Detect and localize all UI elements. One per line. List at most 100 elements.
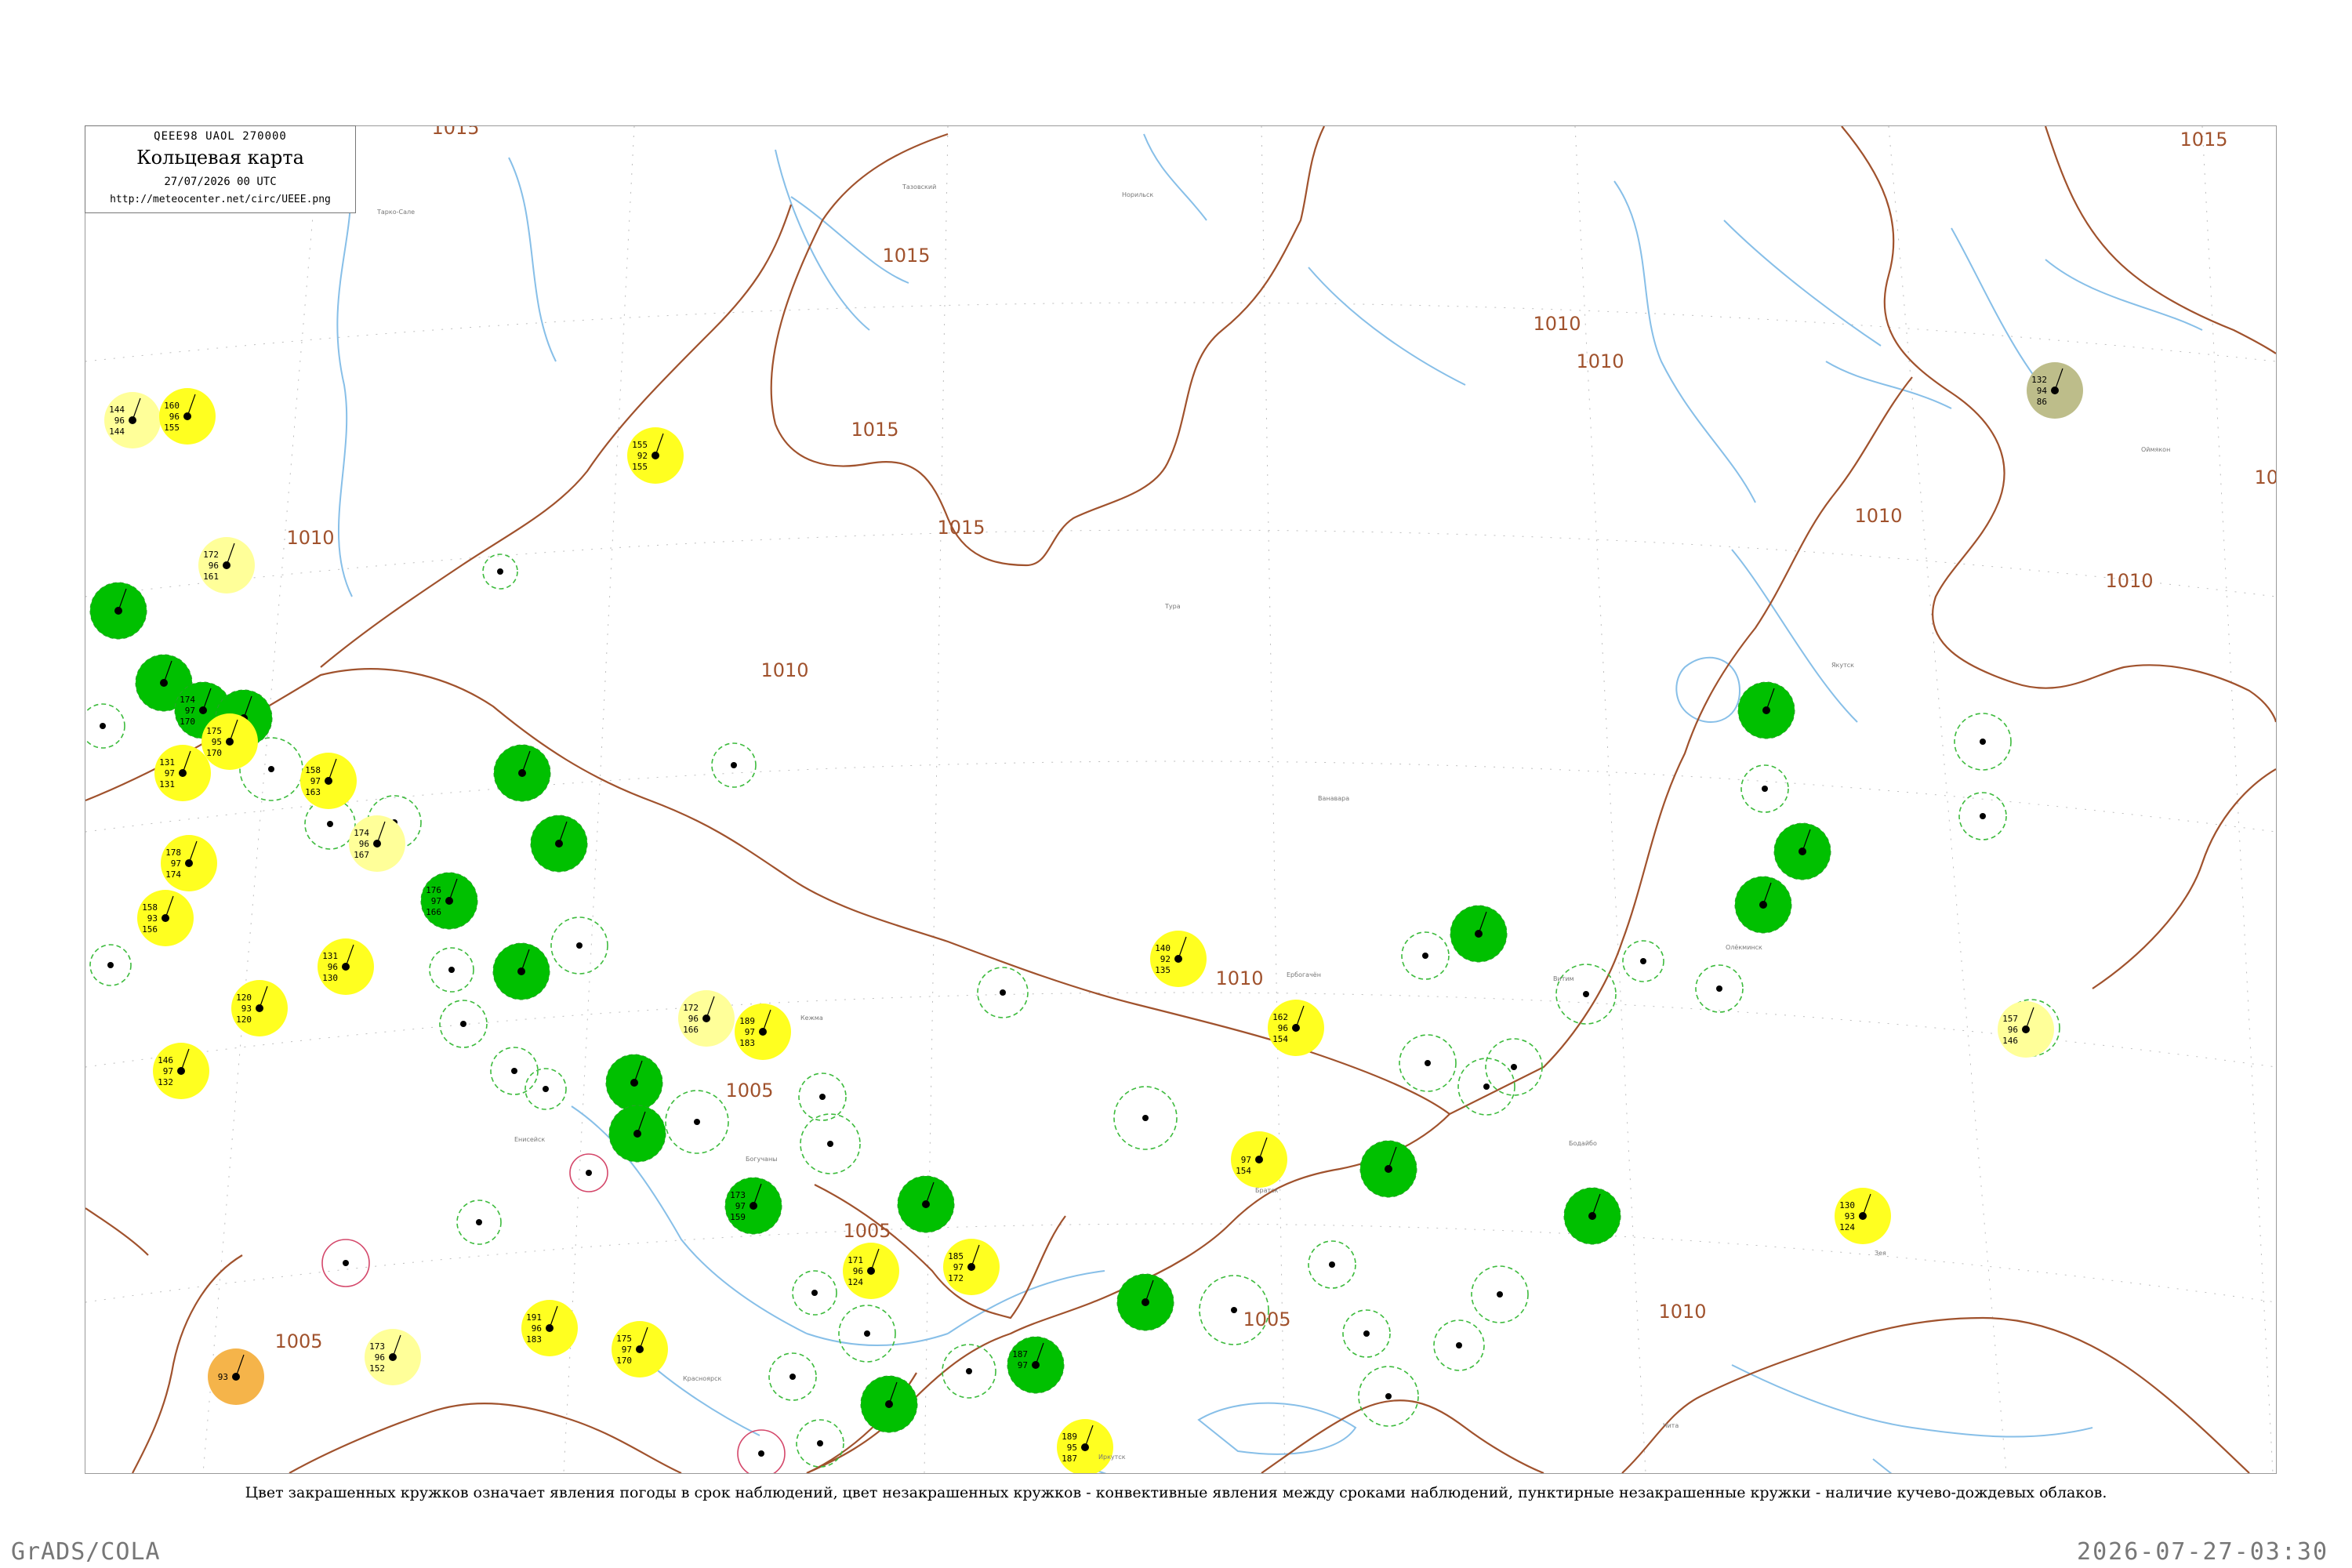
air-temperature: 176 xyxy=(426,885,441,895)
station-name: Тарко-Сале xyxy=(376,209,415,216)
station-plot[interactable]: 13196130 xyxy=(318,938,374,995)
station-dot xyxy=(460,1021,466,1027)
station-plot[interactable]: 15796146 xyxy=(1998,1001,2054,1058)
station-plot[interactable] xyxy=(1563,1187,1621,1245)
station-plot[interactable] xyxy=(608,1105,666,1163)
station-plot[interactable]: 18597172 xyxy=(943,1239,1000,1295)
air-temperature: 171 xyxy=(848,1255,863,1265)
isobars xyxy=(85,126,2276,1473)
isobar-label: 1010 xyxy=(760,659,808,681)
station-dot xyxy=(966,1368,972,1374)
station-name: Енисейск xyxy=(514,1136,545,1143)
air-temperature: 175 xyxy=(616,1334,632,1344)
station-plot[interactable]: 15592155 xyxy=(627,427,684,484)
dewpoint-depression: 93 xyxy=(241,1004,252,1014)
station-plot[interactable]: 17595170 xyxy=(201,713,258,770)
station-plot[interactable]: 15893156 xyxy=(137,890,194,946)
station-dot xyxy=(864,1330,870,1337)
station-dot xyxy=(100,723,106,729)
station-plot[interactable] xyxy=(1737,681,1795,739)
station-plot[interactable]: 17897174 xyxy=(161,835,217,891)
station-plot[interactable]: 1329486 xyxy=(2027,362,2083,419)
station-plot[interactable]: 17697166 xyxy=(420,872,478,930)
isobar-label: 1015 xyxy=(851,419,898,441)
station-plot[interactable]: 12093120 xyxy=(231,980,288,1036)
rivers xyxy=(336,133,2203,1473)
isobar-label: 1010 xyxy=(1854,505,1902,527)
station-plot[interactable] xyxy=(1773,822,1831,880)
station-plot[interactable]: 14092135 xyxy=(1150,931,1207,987)
dewpoint-depression: 97 xyxy=(1241,1155,1251,1165)
station-plot[interactable]: 15897163 xyxy=(300,753,357,809)
dewpoint-depression: 95 xyxy=(1067,1443,1077,1453)
dewpoint-depression: 96 xyxy=(359,839,369,849)
station-plot[interactable] xyxy=(493,744,551,802)
dewpoint-depression: 97 xyxy=(165,768,175,779)
station-plot[interactable]: 17296166 xyxy=(678,990,735,1047)
map-date: 27/07/2026 00 UTC xyxy=(164,176,277,188)
dewpoint-depression: 95 xyxy=(212,737,222,747)
station-plot[interactable]: 18797 xyxy=(1007,1336,1065,1394)
pressure: 187 xyxy=(1062,1454,1077,1464)
station-plot[interactable]: 17196124 xyxy=(843,1243,899,1299)
pressure: 172 xyxy=(948,1273,964,1283)
station-plot[interactable] xyxy=(605,1054,663,1112)
air-temperature: 130 xyxy=(1839,1200,1855,1210)
air-temperature: 174 xyxy=(354,828,369,838)
station-plot[interactable] xyxy=(1734,876,1792,934)
dewpoint-depression: 97 xyxy=(310,776,321,786)
pressure: 131 xyxy=(159,779,175,789)
station-dot xyxy=(1363,1330,1370,1337)
air-temperature: 158 xyxy=(142,902,158,913)
station-plot[interactable]: 97154 xyxy=(1231,1131,1287,1188)
station-dot xyxy=(1980,739,1986,745)
air-temperature: 189 xyxy=(739,1016,755,1026)
station-plot[interactable] xyxy=(1116,1273,1174,1331)
station-plot[interactable] xyxy=(1359,1140,1417,1198)
station-plot[interactable] xyxy=(897,1175,955,1233)
map-source-url[interactable]: http://meteocenter.net/circ/UEEE.png xyxy=(85,194,355,205)
station-plot[interactable]: 16096155 xyxy=(159,388,216,445)
station-name: Ербогачён xyxy=(1287,971,1321,978)
pressure: 159 xyxy=(730,1212,746,1222)
station-plot[interactable] xyxy=(530,815,588,873)
station-plot[interactable]: 93 xyxy=(208,1348,264,1405)
bulletin-codes: QEEE98 UAOL 270000 xyxy=(154,130,287,143)
station-dot xyxy=(1716,985,1722,992)
pressure: 155 xyxy=(164,423,180,433)
station-plot[interactable]: 17597170 xyxy=(612,1321,668,1377)
isobar-label: 1005 xyxy=(725,1080,773,1102)
station-plot[interactable] xyxy=(492,942,550,1000)
station-plot[interactable]: 17396152 xyxy=(365,1329,421,1385)
station-plot[interactable] xyxy=(860,1375,918,1433)
station-plot[interactable]: 14496144 xyxy=(104,392,161,448)
air-temperature: 191 xyxy=(526,1312,542,1323)
station-plot[interactable]: 17496167 xyxy=(349,815,405,872)
station-plot[interactable] xyxy=(1450,905,1508,963)
station-plot[interactable]: 17296161 xyxy=(198,537,255,593)
dewpoint-depression: 96 xyxy=(209,561,219,571)
dewpoint-depression: 97 xyxy=(185,706,195,716)
station-plot[interactable]: 13093124 xyxy=(1835,1188,1891,1244)
dewpoint-depression: 96 xyxy=(114,416,125,426)
station-plot[interactable]: 18995187 xyxy=(1057,1419,1113,1473)
station-plot[interactable]: 13197131 xyxy=(154,745,211,801)
isobar-label: 1010 xyxy=(1658,1301,1706,1323)
station-plot[interactable]: 18997183 xyxy=(735,1004,791,1060)
station-dot xyxy=(1456,1342,1462,1348)
air-temperature: 120 xyxy=(236,993,252,1003)
dewpoint-depression: 96 xyxy=(853,1266,863,1276)
station-plot[interactable] xyxy=(89,582,147,640)
station-plot[interactable]: 17397159 xyxy=(724,1177,782,1235)
station-plot[interactable]: 16296154 xyxy=(1268,1000,1324,1056)
station-dot xyxy=(576,942,583,949)
station-plot[interactable]: 14697132 xyxy=(153,1043,209,1099)
air-temperature: 175 xyxy=(206,726,222,736)
station-dot xyxy=(476,1219,482,1225)
station-names: Тарко-Сале Тазовский Норильск Тура Ванавара Я… xyxy=(376,183,2170,1461)
air-temperature: 162 xyxy=(1272,1012,1288,1022)
isobar-label: 1010 xyxy=(286,527,334,549)
software-credit: GrADS/COLA xyxy=(11,1538,161,1566)
station-name: Кежма xyxy=(800,1014,823,1022)
station-plot[interactable]: 19196183 xyxy=(521,1300,578,1356)
